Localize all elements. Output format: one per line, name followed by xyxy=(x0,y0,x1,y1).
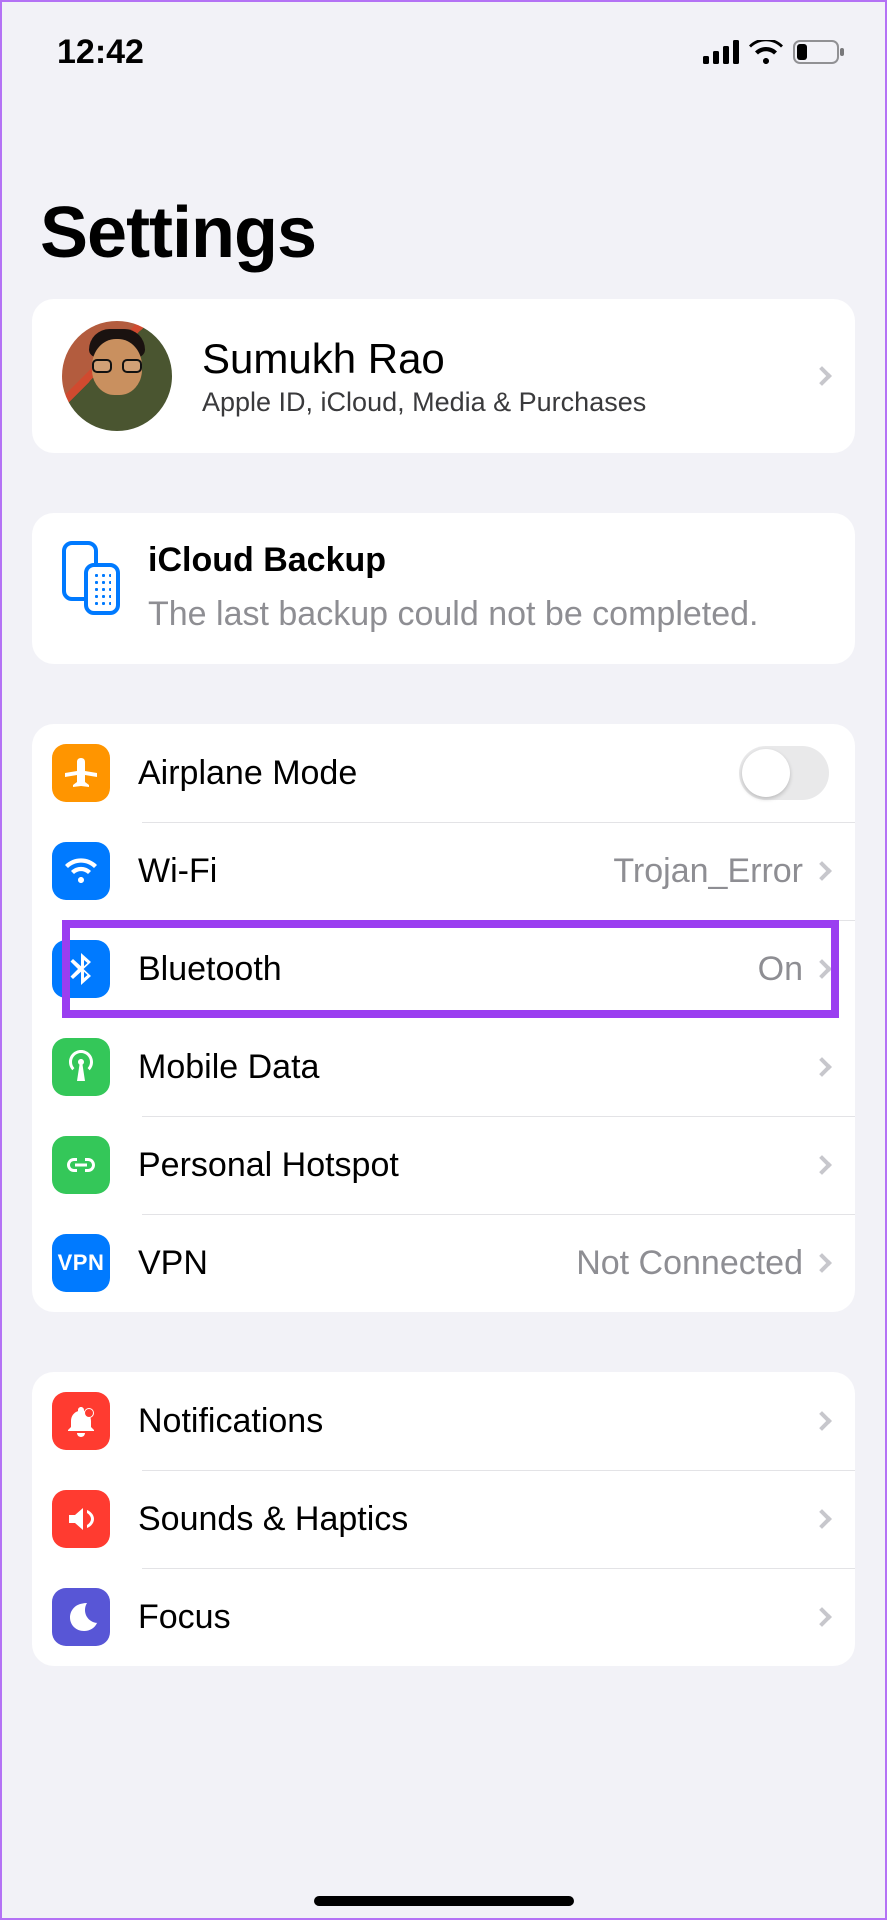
home-indicator[interactable] xyxy=(314,1896,574,1906)
chevron-right-icon xyxy=(812,1411,832,1431)
sounds-row[interactable]: Sounds & Haptics xyxy=(32,1470,855,1568)
icloud-backup-message: The last backup could not be completed. xyxy=(148,592,829,636)
icloud-backup-group: iCloud Backup The last backup could not … xyxy=(32,513,855,664)
chevron-right-icon xyxy=(812,861,832,881)
profile-group: Sumukh Rao Apple ID, iCloud, Media & Pur… xyxy=(32,299,855,453)
wifi-label: Wi-Fi xyxy=(138,852,613,891)
bluetooth-row[interactable]: Bluetooth On xyxy=(32,920,855,1018)
wifi-icon xyxy=(52,842,110,900)
chevron-right-icon xyxy=(812,1057,832,1077)
battery-icon xyxy=(793,40,845,64)
status-indicators xyxy=(703,40,845,64)
status-time: 12:42 xyxy=(57,33,144,72)
apple-id-row[interactable]: Sumukh Rao Apple ID, iCloud, Media & Pur… xyxy=(32,299,855,453)
icloud-backup-row[interactable]: iCloud Backup The last backup could not … xyxy=(32,513,855,664)
chevron-right-icon xyxy=(812,1155,832,1175)
mobile-data-label: Mobile Data xyxy=(138,1048,815,1087)
airplane-icon xyxy=(52,744,110,802)
link-icon xyxy=(52,1136,110,1194)
focus-label: Focus xyxy=(138,1598,815,1637)
bluetooth-value: On xyxy=(758,950,803,989)
chevron-right-icon xyxy=(812,959,832,979)
moon-icon xyxy=(52,1588,110,1646)
mobile-data-row[interactable]: Mobile Data xyxy=(32,1018,855,1116)
cellular-icon xyxy=(703,40,739,64)
devices-icon xyxy=(62,541,122,613)
wifi-status-icon xyxy=(749,40,783,64)
vpn-value: Not Connected xyxy=(576,1244,803,1283)
chevron-right-icon xyxy=(812,366,832,386)
antenna-icon xyxy=(52,1038,110,1096)
network-group: Airplane Mode Wi-Fi Trojan_Error Bluetoo… xyxy=(32,724,855,1312)
profile-name: Sumukh Rao xyxy=(202,335,815,383)
notifications-row[interactable]: Notifications xyxy=(32,1372,855,1470)
speaker-icon xyxy=(52,1490,110,1548)
vpn-label: VPN xyxy=(138,1244,576,1283)
icloud-backup-title: iCloud Backup xyxy=(148,541,829,580)
focus-row[interactable]: Focus xyxy=(32,1568,855,1666)
bluetooth-icon xyxy=(52,940,110,998)
profile-subtitle: Apple ID, iCloud, Media & Purchases xyxy=(202,387,815,418)
airplane-mode-row[interactable]: Airplane Mode xyxy=(32,724,855,822)
bell-icon xyxy=(52,1392,110,1450)
status-bar: 12:42 xyxy=(2,2,885,82)
vpn-row[interactable]: VPN VPN Not Connected xyxy=(32,1214,855,1312)
bluetooth-label: Bluetooth xyxy=(138,950,758,989)
hotspot-label: Personal Hotspot xyxy=(138,1146,815,1185)
chevron-right-icon xyxy=(812,1253,832,1273)
general-group: Notifications Sounds & Haptics Focus xyxy=(32,1372,855,1666)
chevron-right-icon xyxy=(812,1509,832,1529)
page-title: Settings xyxy=(2,82,885,299)
chevron-right-icon xyxy=(812,1607,832,1627)
avatar xyxy=(62,321,172,431)
wifi-value: Trojan_Error xyxy=(613,852,803,891)
sounds-label: Sounds & Haptics xyxy=(138,1500,815,1539)
airplane-toggle[interactable] xyxy=(739,746,829,800)
wifi-row[interactable]: Wi-Fi Trojan_Error xyxy=(32,822,855,920)
airplane-label: Airplane Mode xyxy=(138,754,739,793)
notifications-label: Notifications xyxy=(138,1402,815,1441)
hotspot-row[interactable]: Personal Hotspot xyxy=(32,1116,855,1214)
vpn-icon: VPN xyxy=(52,1234,110,1292)
